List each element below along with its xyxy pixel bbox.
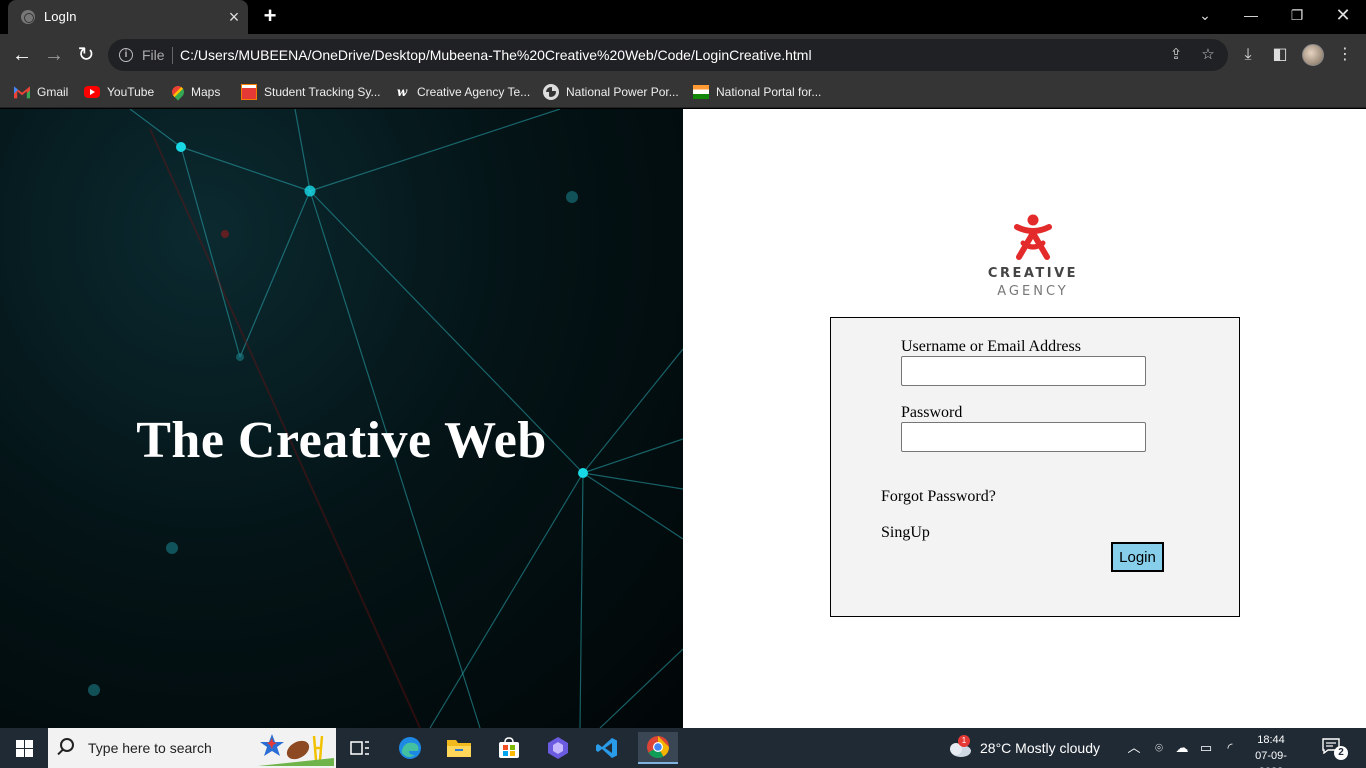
url-text[interactable]: C:/Users/MUBEENA/OneDrive/Desktop/Mubeen… bbox=[180, 47, 812, 63]
close-window-button[interactable]: ✕ bbox=[1320, 0, 1366, 32]
bookmark-label: Gmail bbox=[37, 85, 69, 99]
bookmark-national-power[interactable]: National Power Por... bbox=[543, 82, 679, 102]
bookmark-label: National Power Por... bbox=[566, 85, 679, 99]
bookmark-creative-agency[interactable]: w Creative Agency Te... bbox=[394, 82, 530, 102]
back-button[interactable]: ← bbox=[8, 41, 36, 69]
wifi-icon[interactable]: ◜ bbox=[1222, 740, 1238, 756]
bookmark-gmail[interactable]: Gmail bbox=[14, 82, 68, 102]
share-icon[interactable]: ⇪ bbox=[1166, 45, 1186, 65]
maps-icon bbox=[169, 83, 187, 101]
search-highlight-art-icon bbox=[258, 734, 334, 766]
taskbar-clock[interactable]: 18:44 07-09-2023 bbox=[1246, 732, 1296, 768]
vscode-icon[interactable] bbox=[591, 732, 623, 764]
notification-count: 2 bbox=[1334, 746, 1348, 760]
password-label: Password bbox=[901, 404, 963, 421]
globe-icon bbox=[21, 10, 35, 24]
logo-word-agency: AGENCY bbox=[997, 284, 1069, 299]
bookmarks-bar: Gmail YouTube Maps Student Tracking Sy..… bbox=[0, 76, 1366, 108]
url-separator bbox=[172, 47, 173, 64]
menu-kebab-icon[interactable]: ⋮ bbox=[1334, 44, 1356, 66]
bookmark-label: National Portal for... bbox=[716, 85, 822, 99]
globe-icon bbox=[543, 84, 559, 100]
bookmark-label: Creative Agency Te... bbox=[417, 85, 531, 99]
gmail-icon bbox=[14, 86, 30, 99]
password-input[interactable] bbox=[901, 422, 1146, 452]
signup-link[interactable]: SingUp bbox=[881, 524, 930, 542]
login-button[interactable]: Login bbox=[1111, 542, 1164, 572]
bookmark-star-icon[interactable]: ☆ bbox=[1198, 45, 1218, 65]
start-button[interactable] bbox=[0, 728, 48, 768]
side-panel-icon[interactable]: ◧ bbox=[1269, 44, 1291, 66]
minimize-button[interactable]: — bbox=[1228, 0, 1274, 32]
bookmark-student-tracking[interactable]: Student Tracking Sy... bbox=[241, 82, 381, 102]
bookmark-youtube[interactable]: YouTube bbox=[84, 82, 154, 102]
clock-date: 07-09-2023 bbox=[1255, 750, 1287, 768]
tab-strip: LogIn × + ⌄ — ❐ ✕ bbox=[0, 0, 1366, 34]
browser-tab[interactable]: LogIn × bbox=[8, 0, 248, 34]
person-logo-icon bbox=[1014, 214, 1052, 260]
student-tracking-icon bbox=[241, 84, 257, 100]
tab-title: LogIn bbox=[44, 9, 77, 24]
reload-button[interactable]: ↻ bbox=[72, 41, 100, 69]
notification-center-icon[interactable]: 2 bbox=[1322, 738, 1348, 760]
hero-panel: The Creative Web bbox=[0, 109, 683, 728]
bookmark-national-portal[interactable]: National Portal for... bbox=[693, 82, 821, 102]
meet-now-icon[interactable]: ⌾ bbox=[1151, 740, 1167, 756]
chrome-icon[interactable] bbox=[638, 732, 678, 764]
tab-search-chevron-icon[interactable]: ⌄ bbox=[1182, 0, 1228, 32]
windows-taskbar: Type here to search 1 28°C Mostly cloudy… bbox=[0, 728, 1366, 768]
search-icon bbox=[60, 738, 74, 752]
tab-close-icon[interactable]: × bbox=[224, 7, 244, 27]
microsoft-store-icon[interactable] bbox=[493, 732, 525, 764]
india-flag-icon bbox=[693, 85, 709, 99]
youtube-icon bbox=[84, 86, 100, 98]
show-hidden-icons-chevron-icon[interactable]: ︿ bbox=[1126, 740, 1142, 756]
username-label: Username or Email Address bbox=[901, 338, 1081, 355]
info-icon[interactable]: i bbox=[119, 48, 133, 62]
new-tab-button[interactable]: + bbox=[258, 4, 282, 28]
bookmark-maps[interactable]: Maps bbox=[169, 82, 221, 102]
clock-time: 18:44 bbox=[1257, 734, 1285, 746]
download-icon[interactable]: ⤓ bbox=[1237, 44, 1259, 66]
logo-word-creative: CREATIVE bbox=[987, 266, 1079, 281]
file-explorer-icon[interactable] bbox=[443, 732, 475, 764]
w-icon: w bbox=[396, 85, 408, 99]
weather-badge: 1 bbox=[958, 735, 970, 747]
page-content: The Creative Web CREATIVE AGENCY Usernam… bbox=[0, 109, 1366, 728]
weather-text[interactable]: 28°C Mostly cloudy bbox=[980, 740, 1100, 756]
browser-toolbar: ← → ↻ i File C:/Users/MUBEENA/OneDrive/D… bbox=[0, 34, 1366, 76]
username-input[interactable] bbox=[901, 356, 1146, 386]
weather-cloud-icon[interactable]: 1 bbox=[944, 732, 974, 764]
login-form: Username or Email Address Password Forgo… bbox=[830, 317, 1240, 617]
creative-agency-logo: CREATIVE AGENCY bbox=[985, 213, 1081, 309]
url-scheme-label: File bbox=[142, 47, 165, 63]
battery-icon[interactable]: ▭ bbox=[1198, 740, 1214, 756]
app-hexagon-icon[interactable] bbox=[542, 732, 574, 764]
task-view-icon[interactable] bbox=[344, 732, 376, 764]
edge-icon[interactable] bbox=[394, 732, 426, 764]
profile-avatar[interactable] bbox=[1302, 44, 1324, 66]
onedrive-cloud-icon[interactable]: ☁ bbox=[1174, 740, 1190, 756]
bookmark-label: Maps bbox=[191, 85, 221, 99]
bookmark-label: Student Tracking Sy... bbox=[264, 85, 381, 99]
taskbar-search-box[interactable]: Type here to search bbox=[48, 728, 336, 768]
forward-button[interactable]: → bbox=[40, 41, 68, 69]
bookmark-label: YouTube bbox=[107, 85, 155, 99]
forgot-password-link[interactable]: Forgot Password? bbox=[881, 488, 996, 506]
restore-button[interactable]: ❐ bbox=[1274, 0, 1320, 32]
hero-title: The Creative Web bbox=[136, 412, 547, 469]
search-placeholder: Type here to search bbox=[88, 740, 212, 756]
address-bar[interactable]: i File C:/Users/MUBEENA/OneDrive/Desktop… bbox=[108, 39, 1228, 71]
